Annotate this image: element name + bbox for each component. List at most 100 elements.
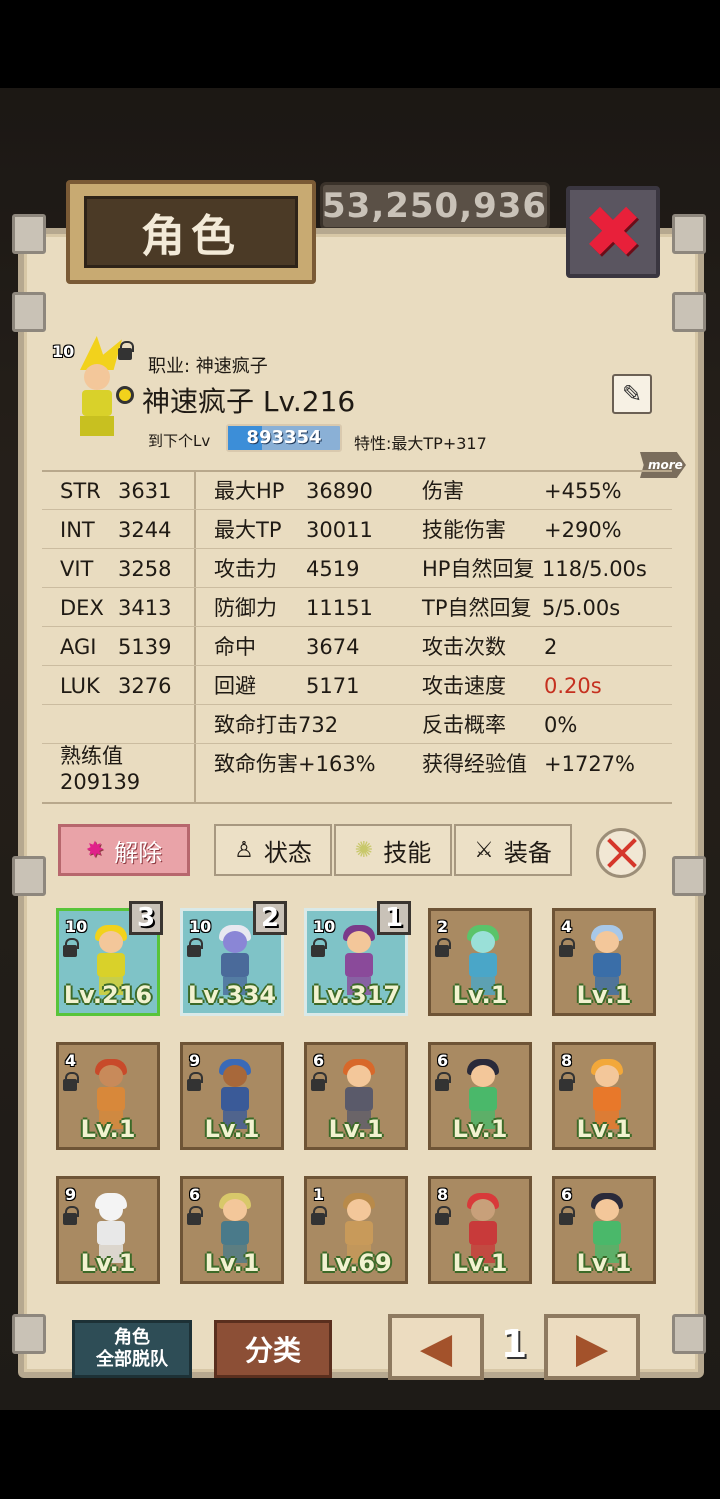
character-slot[interactable]: 10 Lv.334 2 xyxy=(180,901,287,1016)
lock-icon[interactable] xyxy=(311,1072,327,1091)
character-level: Lv.1 xyxy=(80,1249,136,1277)
character-slot[interactable]: 10 Lv.216 3 xyxy=(56,901,163,1016)
prev-page-button[interactable]: ◀ xyxy=(388,1314,484,1380)
sprite-body xyxy=(221,953,249,977)
lock-icon[interactable] xyxy=(435,938,451,957)
portrait-weapon xyxy=(116,386,134,404)
lock-icon[interactable] xyxy=(63,938,79,957)
stat-value: 3674 xyxy=(306,635,360,659)
character-slot[interactable]: 8 Lv.1 xyxy=(428,1176,532,1284)
page-title: 角色 xyxy=(141,211,241,262)
rarity-star-badge: 10 xyxy=(50,336,74,366)
bonus-label: TP自然回复 xyxy=(422,596,532,620)
edit-name-button[interactable]: ✎ xyxy=(612,374,652,414)
release-label: 解除 xyxy=(114,838,163,867)
panel-bolt xyxy=(12,214,46,254)
character-slot[interactable]: 1 Lv.69 xyxy=(304,1176,408,1284)
lock-icon[interactable] xyxy=(311,1206,327,1225)
next-level-label: 到下个Lv xyxy=(148,432,211,450)
sprite-head xyxy=(99,931,123,953)
job-label: 职业: 神速疯子 xyxy=(148,356,268,377)
panel-bolt xyxy=(672,214,706,254)
sprite-head xyxy=(595,1065,619,1087)
stat-label: 最大HP xyxy=(214,479,285,503)
close-button[interactable]: ✖ xyxy=(566,186,660,278)
status-icon: ♙ xyxy=(234,837,254,863)
character-level: Lv.1 xyxy=(204,1115,260,1143)
sprite-head xyxy=(99,1065,123,1087)
party-position-badge: 2 xyxy=(253,901,287,935)
sprite-head xyxy=(99,1199,123,1221)
lock-icon[interactable] xyxy=(435,1206,451,1225)
sprite-body xyxy=(221,1087,249,1111)
stat-label: 致命伤害 xyxy=(214,752,298,776)
bonus-label: HP自然回复 xyxy=(422,557,535,581)
character-level: Lv.1 xyxy=(576,1249,632,1277)
tab-skill[interactable]: ✺ 技能 xyxy=(334,824,452,876)
lock-icon[interactable] xyxy=(187,1072,203,1091)
bonus-label: 伤害 xyxy=(422,479,464,503)
character-slot[interactable]: 4 Lv.1 xyxy=(56,1042,160,1150)
character-slot[interactable]: 6 Lv.1 xyxy=(428,1042,532,1150)
stat-value: 732 xyxy=(298,713,339,737)
panel-bolt xyxy=(12,1314,46,1354)
character-slot[interactable]: 9 Lv.1 xyxy=(56,1176,160,1284)
stats-table: STR 3631 最大HP 36890 伤害 +455% INT 3244 最大TP 30011 技… xyxy=(42,470,672,804)
arrow-right-icon: ▶ xyxy=(575,1322,609,1372)
lock-icon[interactable] xyxy=(63,1072,79,1091)
stat-row: VIT 3258 攻击力 4519 HP自然回复 118/5.00s xyxy=(42,550,672,588)
portrait-body xyxy=(82,390,112,416)
bonus-value: 2 xyxy=(544,635,558,659)
character-slot[interactable]: 2 Lv.1 xyxy=(428,908,532,1016)
rarity-star-badge: 4 xyxy=(63,1045,87,1075)
character-slot[interactable]: 4 Lv.1 xyxy=(552,908,656,1016)
stat-value: 30011 xyxy=(306,518,373,542)
stat-label: 命中 xyxy=(214,635,256,659)
lock-icon[interactable] xyxy=(435,1072,451,1091)
dismiss-all-button[interactable]: 角色 全部脱队 xyxy=(72,1320,192,1378)
character-level: Lv.1 xyxy=(452,1249,508,1277)
party-position-badge: 3 xyxy=(129,901,163,935)
tab-equip[interactable]: ⚔ 装备 xyxy=(454,824,572,876)
bonus-label: 获得经验值 xyxy=(422,752,527,776)
character-slot[interactable]: 8 Lv.1 xyxy=(552,1042,656,1150)
panel-bolt xyxy=(12,856,46,896)
stat-label: 防御力 xyxy=(214,596,277,620)
exp-needed-value: 893354 xyxy=(246,427,322,448)
party-position-badge: 1 xyxy=(377,901,411,935)
lock-icon[interactable] xyxy=(559,1206,575,1225)
tab-skill-label: 技能 xyxy=(383,838,432,867)
character-slot[interactable]: 10 Lv.317 1 xyxy=(304,901,411,1016)
character-slot[interactable]: 6 Lv.1 xyxy=(180,1176,284,1284)
base-stat-label: STR xyxy=(60,479,101,503)
bonus-label: 攻击速度 xyxy=(422,674,506,698)
sell-prohibited-icon[interactable] xyxy=(596,828,646,878)
rarity-star-badge: 8 xyxy=(435,1179,459,1209)
character-level: Lv.317 xyxy=(311,981,401,1009)
lock-icon[interactable] xyxy=(559,938,575,957)
sort-button[interactable]: 分类 xyxy=(214,1320,332,1378)
tab-status[interactable]: ♙ 状态 xyxy=(214,824,332,876)
stat-label: 最大TP xyxy=(214,518,282,542)
lock-icon[interactable] xyxy=(187,938,203,957)
base-stat-value: 3413 xyxy=(118,596,172,620)
character-level: Lv.1 xyxy=(204,1249,260,1277)
lock-icon[interactable] xyxy=(559,1072,575,1091)
sprite-body xyxy=(221,1221,249,1245)
lock-icon[interactable] xyxy=(118,341,134,360)
sprite-head xyxy=(347,931,371,953)
character-slot[interactable]: 9 Lv.1 xyxy=(180,1042,284,1150)
next-page-button[interactable]: ▶ xyxy=(544,1314,640,1380)
title-plate: 角色 xyxy=(66,180,316,284)
bonus-value: +455% xyxy=(544,479,622,503)
lock-icon[interactable] xyxy=(187,1206,203,1225)
bonus-label: 技能伤害 xyxy=(422,518,506,542)
lock-icon[interactable] xyxy=(311,938,327,957)
stat-label: 回避 xyxy=(214,674,256,698)
status-bar xyxy=(0,0,720,88)
character-slot[interactable]: 6 Lv.1 xyxy=(552,1176,656,1284)
character-slot[interactable]: 6 Lv.1 xyxy=(304,1042,408,1150)
rarity-star-badge: 9 xyxy=(187,1045,211,1075)
lock-icon[interactable] xyxy=(63,1206,79,1225)
release-button[interactable]: ✸ 解除 xyxy=(58,824,190,876)
